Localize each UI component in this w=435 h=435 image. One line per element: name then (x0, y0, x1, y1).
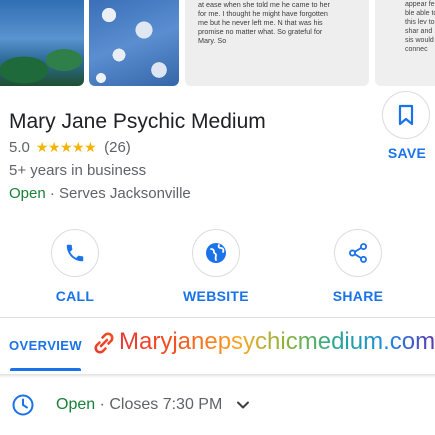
link-icon (94, 332, 114, 354)
hours-closes: Closes 7:30 PM (109, 396, 223, 413)
website-button[interactable] (192, 229, 240, 277)
website-link[interactable]: Maryjanepsychicmedium.com (119, 328, 435, 356)
photo-strip[interactable]: at ease when she told me he came to her … (0, 0, 435, 90)
open-status-row: Open · Serves Jacksonville (9, 185, 191, 202)
review-screenshot-text: at ease when she told me he came to her … (198, 0, 330, 45)
review-screenshot-text-2: appear feel ble able to this lev to shar… (405, 1, 435, 53)
tab-overview[interactable]: OVERVIEW (9, 338, 82, 353)
chevron-down-icon[interactable] (236, 398, 250, 412)
share-action[interactable]: SHARE (308, 229, 408, 304)
share-button[interactable] (334, 229, 382, 277)
section-divider (0, 317, 435, 318)
share-icon (349, 243, 367, 263)
hours-row[interactable]: Open · Closes 7:30 PM (56, 396, 250, 414)
phone-icon (66, 244, 84, 262)
service-area: · Serves Jacksonville (45, 185, 191, 202)
photo-review-screenshot[interactable]: at ease when she told me he came to her … (185, 0, 369, 86)
rating-value: 5.0 (9, 139, 30, 156)
rating-stars: ★★★★★ (35, 139, 97, 155)
tab-bar-shadow (0, 374, 435, 378)
save-button[interactable] (382, 91, 430, 139)
save-label[interactable]: SAVE (380, 145, 434, 161)
business-name: Mary Jane Psychic Medium (9, 110, 266, 133)
open-status: Open (9, 185, 46, 202)
rating-row[interactable]: 5.0 ★★★★★ (26) (9, 139, 131, 156)
photo-clouds[interactable] (89, 0, 179, 86)
share-label: SHARE (332, 288, 384, 304)
call-action[interactable]: CALL (25, 229, 125, 304)
globe-icon (206, 243, 226, 263)
call-button[interactable] (51, 229, 99, 277)
call-label: CALL (55, 288, 95, 304)
hours-open-status: Open (56, 396, 96, 413)
clock-icon (12, 394, 34, 416)
bookmark-icon (398, 104, 414, 126)
hours-separator: · (95, 396, 110, 413)
website-action[interactable]: WEBSITE (166, 229, 266, 304)
years-in-business: 5+ years in business (9, 162, 147, 179)
website-label: WEBSITE (183, 288, 249, 304)
review-count: (26) (104, 139, 131, 156)
photo-review-screenshot-2[interactable]: appear feel ble able to this lev to shar… (375, 0, 435, 86)
tab-overview-indicator (10, 368, 81, 371)
photo-tree-sky[interactable] (0, 0, 84, 86)
